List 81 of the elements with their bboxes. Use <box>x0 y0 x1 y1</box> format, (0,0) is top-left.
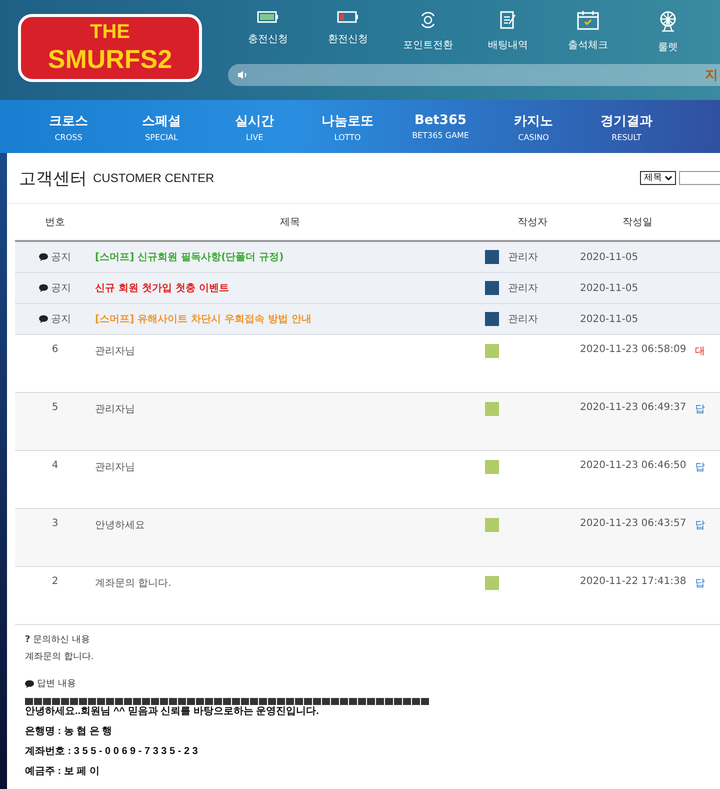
nav-item[interactable]: Bet365 BET365 GAME <box>394 100 487 153</box>
notice-title[interactable]: [스머프] 신규회원 필독사항(단폴더 규정) <box>95 250 485 264</box>
chevron-icon <box>665 176 672 180</box>
post-date: 2020-11-23 06:58:09 <box>580 344 688 355</box>
answer-status: 답 <box>695 577 706 590</box>
ferris-wheel-icon <box>658 10 678 32</box>
level-icon <box>485 312 499 326</box>
post-number: 6 <box>50 344 60 355</box>
nav-item[interactable]: 나눔로또 LOTTO <box>301 100 394 153</box>
nav-item[interactable]: 실시간 LIVE <box>208 100 301 153</box>
answer-line: 은행명 : 농 협 은 행 <box>25 726 114 738</box>
post-number: 2 <box>50 576 60 587</box>
speech-bubble-icon <box>39 284 48 292</box>
post-date: 2020-11-22 17:41:38 <box>580 576 688 587</box>
post-title[interactable]: 계좌문의 합니다. <box>95 576 485 590</box>
answer-status: 답 <box>695 519 706 532</box>
notice-label: 공지 <box>51 313 71 326</box>
level-icon <box>485 460 499 474</box>
notice-title[interactable]: 신규 회원 첫가입 첫충 이벤트 <box>95 281 485 295</box>
post-date: 2020-11-05 <box>580 252 640 262</box>
quick-menu-item[interactable]: 배팅내역 <box>468 10 548 54</box>
answer-status: 답 <box>695 403 706 416</box>
answer-line: 안녕하세요..회원님 ^^ 믿음과 신뢰를 바탕으로하는 운영진입니다. <box>25 706 320 718</box>
question-label: 문의하신 내용 <box>33 635 90 646</box>
page-title: 고객센터 <box>19 168 87 190</box>
calendar-check-icon <box>577 10 599 30</box>
post-date: 2020-11-23 06:49:37 <box>580 402 688 413</box>
page-subtitle: CUSTOMER CENTER <box>93 171 214 185</box>
author-name: 관리자 <box>508 313 538 326</box>
notice-label: 공지 <box>51 282 71 295</box>
level-icon <box>485 518 499 532</box>
post-number: 4 <box>50 460 60 471</box>
post-number: 5 <box>50 402 60 413</box>
post-title[interactable]: 안녕하세요 <box>95 518 485 532</box>
level-icon <box>485 576 499 590</box>
answer-status: 답 <box>695 461 706 474</box>
nav-item[interactable]: 카지노 CASINO <box>487 100 580 153</box>
answer-line: 예금주 : 보 페 이 <box>25 766 100 778</box>
level-icon <box>485 250 499 264</box>
speech-bubble-icon <box>39 315 48 323</box>
post-date: 2020-11-05 <box>580 314 640 324</box>
level-icon <box>485 281 499 295</box>
column-header: 번호 <box>44 216 66 229</box>
post-number: 3 <box>50 518 60 529</box>
nav-item[interactable]: 경기결과 RESULT <box>580 100 673 153</box>
quick-menu-item[interactable]: 룰렛 <box>628 10 708 54</box>
post-title[interactable]: 관리자님 <box>95 402 485 416</box>
nav-item[interactable]: 크로스 CROSS <box>22 100 115 153</box>
post-title[interactable]: 관리자님 <box>95 460 485 474</box>
quick-menu-item[interactable]: 충전신청 <box>228 10 308 54</box>
level-icon <box>485 344 499 358</box>
smurfs-logo[interactable]: THE SMURFS2 <box>18 14 202 82</box>
answer-label: 답변 내용 <box>37 678 76 690</box>
low-battery-icon <box>337 10 359 24</box>
answer-line: 계좌번호 : 3 5 5 - 0 0 6 9 - 7 3 3 5 - 2 3 <box>25 746 199 758</box>
speech-bubble-icon <box>39 253 48 261</box>
column-header: 작성일 <box>622 216 654 229</box>
column-header: 작성자 <box>516 216 548 229</box>
post-date: 2020-11-23 06:46:50 <box>580 460 688 471</box>
post-title[interactable]: 관리자님 <box>95 344 485 358</box>
nav-item[interactable]: 스페셜 SPECIAL <box>115 100 208 153</box>
note-pencil-icon <box>499 10 517 30</box>
answer-status: 대 <box>695 345 706 358</box>
speech-bubble-icon <box>25 680 34 688</box>
speaker-icon <box>238 71 248 79</box>
notice-label: 공지 <box>51 251 71 264</box>
search-type-select[interactable]: 제목 <box>640 171 676 185</box>
question-icon: ? <box>25 635 30 646</box>
quick-menu-item[interactable]: 출석체크 <box>548 10 628 54</box>
post-date: 2020-11-05 <box>580 282 640 294</box>
post-date: 2020-11-23 06:43:57 <box>580 518 688 529</box>
battery-icon <box>257 10 279 24</box>
level-icon <box>485 402 499 416</box>
quick-menu-item[interactable]: 포인트전환 <box>388 10 468 54</box>
author-name: 관리자 <box>508 251 538 264</box>
column-header: 제목 <box>279 216 301 229</box>
author-name: 관리자 <box>508 282 538 295</box>
question-text: 계좌문의 합니다. <box>25 652 95 663</box>
quick-menu-item[interactable]: 환전신청 <box>308 10 388 54</box>
search-field[interactable] <box>679 171 720 185</box>
notice-marquee: 지 <box>228 64 720 86</box>
